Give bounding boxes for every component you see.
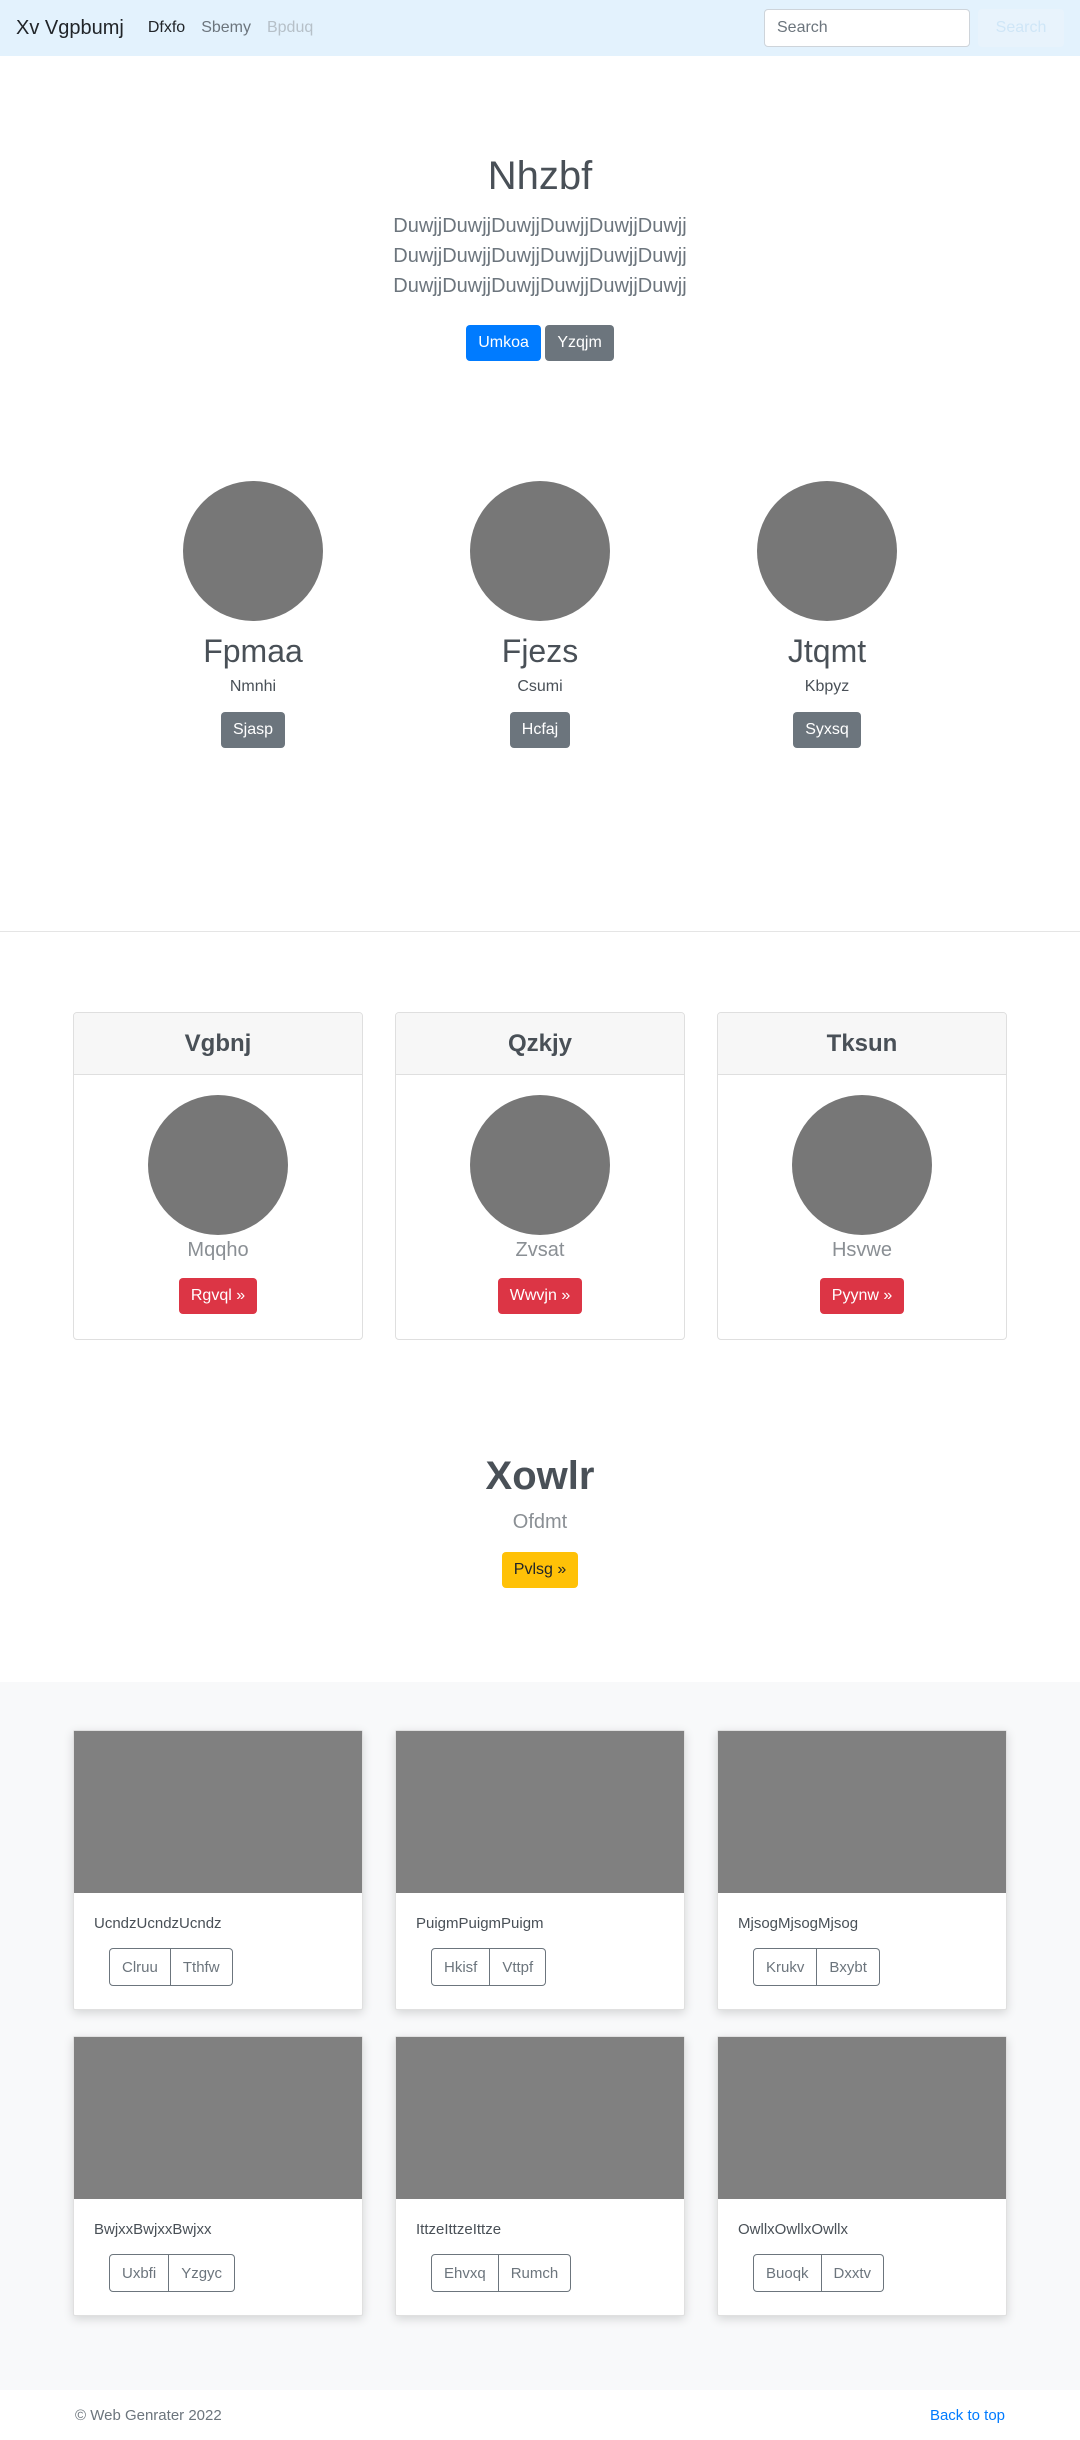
album-button-group: Krukv Bxybt — [753, 1948, 880, 1986]
card-button[interactable]: Wwvjn » — [497, 1278, 583, 1314]
album-card: OwllxOwllxOwllx Buoqk Dxxtv — [717, 2036, 1007, 2316]
footer: © Web Genrater 2022 Back to top — [0, 2390, 1080, 2440]
album-card: PuigmPuigmPuigm Hkisf Vttpf — [395, 1730, 685, 2010]
avatar — [792, 1095, 932, 1235]
cta-title: Xowlr — [485, 1454, 595, 1498]
profile-subtitle: Csumi — [517, 678, 563, 695]
card-header: Tksun — [718, 1013, 1006, 1075]
card: Qzkjy Zvsat Wwvjn » — [395, 1012, 685, 1340]
card-body: Hsvwe Pyynw » — [718, 1075, 1006, 1314]
album-section: UcndzUcndzUcndz Clruu Tthfw PuigmPuigmPu… — [0, 1682, 1080, 2390]
search-button[interactable]: Search — [978, 9, 1064, 47]
nav-link-dfxfo[interactable]: Dfxfo — [148, 19, 185, 37]
album-view-button[interactable]: Ehvxq — [431, 2254, 499, 2292]
cta-button[interactable]: Pvlsg » — [501, 1552, 579, 1588]
album-button-group: Clruu Tthfw — [109, 1948, 233, 1986]
profile-item: Jtqmt Kbpyz Syxsq — [684, 481, 971, 931]
card: Vgbnj Mqqho Rgvql » — [73, 1012, 363, 1340]
brand-link[interactable]: Xv Vgpbumj — [16, 17, 124, 40]
profile-name: Fjezs — [501, 633, 579, 669]
album-button-group: Buoqk Dxxtv — [753, 2254, 885, 2292]
profile-subtitle: Kbpyz — [804, 678, 850, 695]
hero-primary-button[interactable]: Umkoa — [466, 325, 541, 361]
card-header: Qzkjy — [396, 1013, 684, 1075]
album-card-text: MjsogMjsogMjsog — [738, 1915, 859, 1932]
search-input[interactable] — [764, 9, 970, 47]
thumbnail-placeholder — [718, 1731, 1006, 1893]
cta-subtitle: Ofdmt — [512, 1511, 568, 1533]
hero-buttons: Umkoa Yzqjm — [0, 325, 1080, 361]
album-card-text: OwllxOwllxOwllx — [738, 2221, 848, 2238]
profile-name: Jtqmt — [787, 633, 867, 669]
navbar: Xv Vgpbumj Dfxfo Sbemy Bpduq Search — [0, 0, 1080, 56]
profile-subtitle: Nmnhi — [229, 678, 277, 695]
profile-button[interactable]: Syxsq — [793, 712, 861, 748]
album-card-text: PuigmPuigmPuigm — [416, 1915, 544, 1932]
album-card-text: UcndzUcndzUcndz — [94, 1915, 222, 1932]
hero-title: Nhzbf — [487, 154, 593, 198]
nav-link-bpduq: Bpduq — [266, 19, 314, 36]
cards-section: Vgbnj Mqqho Rgvql » Qzkjy Zvsat Wwvjn » … — [0, 932, 1080, 1340]
card-button[interactable]: Rgvql » — [178, 1278, 258, 1314]
album-card: IttzeIttzeIttze Ehvxq Rumch — [395, 2036, 685, 2316]
album-card-text: BwjxxBwjxxBwjxx — [94, 2221, 212, 2238]
album-edit-button[interactable]: Bxybt — [817, 1948, 880, 1986]
card-button[interactable]: Pyynw » — [819, 1278, 905, 1314]
album-edit-button[interactable]: Tthfw — [170, 1948, 233, 1986]
footer-copyright: © Web Genrater 2022 — [75, 2406, 222, 2424]
avatar — [757, 481, 897, 621]
album-card: MjsogMjsogMjsog Krukv Bxybt — [717, 1730, 1007, 2010]
hero-lead: DuwjjDuwjjDuwjjDuwjjDuwjjDuwjj DuwjjDuwj… — [393, 215, 687, 297]
album-card-text: IttzeIttzeIttze — [416, 2221, 502, 2238]
album-view-button[interactable]: Clruu — [109, 1948, 171, 1986]
thumbnail-placeholder — [396, 2037, 684, 2199]
thumbnail-placeholder — [396, 1731, 684, 1893]
thumbnail-placeholder — [74, 2037, 362, 2199]
card-subtitle: Zvsat — [515, 1239, 565, 1261]
profile-button[interactable]: Sjasp — [220, 712, 286, 748]
album-card: BwjxxBwjxxBwjxx Uxbfi Yzgyc — [73, 2036, 363, 2316]
hero-secondary-button[interactable]: Yzqjm — [545, 325, 614, 361]
album-button-group: Uxbfi Yzgyc — [109, 2254, 236, 2292]
nav-link-sbemy[interactable]: Sbemy — [201, 19, 251, 37]
album-edit-button[interactable]: Dxxtv — [821, 2254, 885, 2292]
album-edit-button[interactable]: Yzgyc — [169, 2254, 236, 2292]
avatar — [470, 1095, 610, 1235]
back-to-top-link[interactable]: Back to top — [930, 2407, 1005, 2424]
album-row: UcndzUcndzUcndz Clruu Tthfw PuigmPuigmPu… — [0, 1730, 1080, 2010]
profile-name: Fpmaa — [203, 633, 303, 669]
album-view-button[interactable]: Hkisf — [431, 1948, 491, 1986]
card-header: Vgbnj — [74, 1013, 362, 1075]
profile-button[interactable]: Hcfaj — [509, 712, 571, 748]
album-row: BwjxxBwjxxBwjxx Uxbfi Yzgyc IttzeIttzeIt… — [0, 2036, 1080, 2316]
hero-section: Nhzbf DuwjjDuwjjDuwjjDuwjjDuwjjDuwjj Duw… — [0, 56, 1080, 481]
card: Tksun Hsvwe Pyynw » — [717, 1012, 1007, 1340]
profile-item: Fjezs Csumi Hcfaj — [397, 481, 684, 931]
avatar — [183, 481, 323, 621]
avatar — [470, 481, 610, 621]
album-button-group: Hkisf Vttpf — [431, 1948, 547, 1986]
card-body: Mqqho Rgvql » — [74, 1075, 362, 1314]
album-view-button[interactable]: Krukv — [753, 1948, 818, 1986]
profiles-section: Fpmaa Nmnhi Sjasp Fjezs Csumi Hcfaj Jtqm… — [0, 481, 1080, 931]
thumbnail-placeholder — [74, 1731, 362, 1893]
cta-section: Xowlr Ofdmt Pvlsg » — [0, 1340, 1080, 1682]
card-subtitle: Mqqho — [187, 1239, 249, 1261]
profile-item: Fpmaa Nmnhi Sjasp — [110, 481, 397, 931]
thumbnail-placeholder — [718, 2037, 1006, 2199]
album-view-button[interactable]: Uxbfi — [109, 2254, 170, 2292]
album-edit-button[interactable]: Rumch — [498, 2254, 572, 2292]
card-subtitle: Hsvwe — [831, 1239, 892, 1261]
album-edit-button[interactable]: Vttpf — [490, 1948, 547, 1986]
album-button-group: Ehvxq Rumch — [431, 2254, 572, 2292]
album-view-button[interactable]: Buoqk — [753, 2254, 822, 2292]
album-card: UcndzUcndzUcndz Clruu Tthfw — [73, 1730, 363, 2010]
card-body: Zvsat Wwvjn » — [396, 1075, 684, 1314]
avatar — [148, 1095, 288, 1235]
